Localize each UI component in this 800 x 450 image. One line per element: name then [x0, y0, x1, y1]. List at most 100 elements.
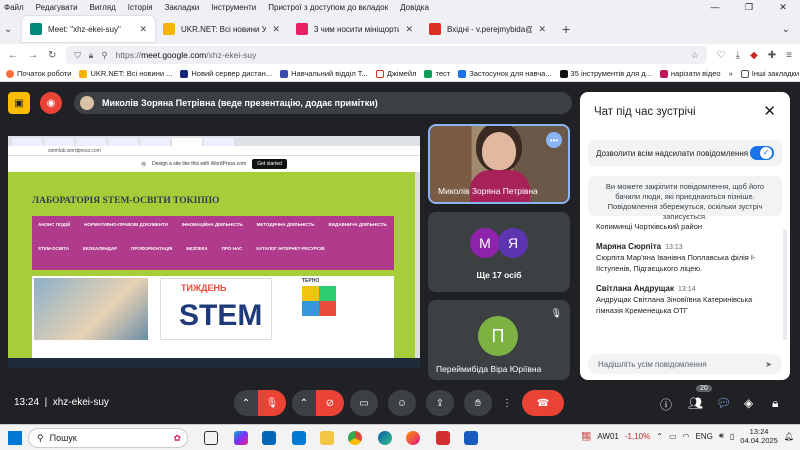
shield-icon[interactable]: ⛉	[74, 50, 80, 61]
menu-edit[interactable]: Редагувати	[36, 3, 78, 12]
edge-icon[interactable]	[378, 431, 392, 445]
chrome-icon[interactable]	[348, 431, 362, 445]
bookmark-item[interactable]: Джімейл	[375, 69, 416, 78]
chat-input[interactable]: Надішліть усім повідомлення ➤	[588, 354, 782, 374]
menu-history[interactable]: Історія	[128, 3, 153, 12]
tab-ukrnet[interactable]: UKR.NET: Всі новини Україні ✕	[155, 16, 288, 42]
shared-screen: stemlab.wordpress.com Ⓦ Design a site li…	[8, 136, 420, 368]
info-icon[interactable]: ⓘ	[660, 396, 672, 413]
meeting-info: 13:24 | xhz-ekei-suy	[14, 397, 109, 408]
url-text[interactable]: https://meet.google.com/xhz-ekei-suy	[116, 50, 257, 60]
menu-tools[interactable]: Інструменти	[211, 3, 256, 12]
extensions-icon[interactable]: ✚	[768, 50, 776, 61]
presentation-icon[interactable]: ▣	[8, 92, 30, 114]
close-tab-icon[interactable]: ✕	[139, 24, 147, 35]
reload-icon[interactable]: ↻	[48, 50, 56, 61]
activities-icon[interactable]: ◈	[744, 396, 753, 410]
close-icon[interactable]: ✕	[763, 102, 776, 120]
tab-miniskirts[interactable]: 3 чим носити мініщорти - обр ✕	[288, 16, 421, 42]
pocket-icon[interactable]: ♡	[717, 50, 726, 61]
participant-tile-p[interactable]: 🎙︎ П Переймибіда Віра Юріївна	[428, 300, 570, 380]
menu-tab-devices[interactable]: Пристрої з доступом до вкладок	[268, 3, 388, 12]
stock-ticker[interactable]: AW01	[597, 432, 619, 441]
back-icon[interactable]: ←	[8, 50, 18, 61]
tray-overflow-icon[interactable]: ⌃	[656, 432, 663, 441]
more-options-button[interactable]: ⋮	[500, 390, 514, 416]
bookmark-item[interactable]: нарізати відео	[659, 69, 721, 78]
bookmark-item[interactable]: Навчальний відділ Т...	[280, 69, 368, 78]
app-menu-icon[interactable]: ≡	[786, 50, 792, 61]
explorer-icon[interactable]	[320, 431, 334, 445]
volume-icon[interactable]: 🔊︎	[719, 431, 724, 441]
menu-bookmarks[interactable]: Закладки	[165, 3, 200, 12]
downloads-icon[interactable]: ⤓	[736, 50, 740, 61]
people-icon[interactable]: 👥︎	[688, 396, 703, 410]
network-icon[interactable]: ▭	[669, 432, 677, 441]
close-tab-icon[interactable]: ✕	[538, 24, 546, 35]
outlook-icon[interactable]	[292, 431, 306, 445]
other-bookmarks[interactable]: Інші закладки	[740, 69, 799, 78]
meet-icon	[30, 23, 42, 35]
raise-hand-button[interactable]: ✋︎	[464, 390, 492, 416]
captions-button[interactable]: ▭	[350, 390, 378, 416]
bookmark-star-icon[interactable]: ☆	[691, 50, 699, 61]
bookmark-item[interactable]: 35 інструментів для д...	[559, 69, 652, 78]
close-tab-icon[interactable]: ✕	[405, 24, 413, 35]
new-tab-icon[interactable]: +	[562, 21, 570, 37]
chat-icon[interactable]: 💬︎	[716, 396, 731, 410]
stock-icon: 📉︎	[581, 431, 592, 441]
url-bar[interactable]: ⛉ 🔒︎ ⚲ https://meet.google.com/xhz-ekei-…	[66, 46, 707, 64]
bookmark-item[interactable]: тест	[424, 69, 450, 78]
bookmark-item[interactable]: Застосунок для навча...	[458, 69, 552, 78]
present-button[interactable]: ⇪	[426, 390, 454, 416]
menu-file[interactable]: Файл	[4, 3, 24, 12]
leave-call-button[interactable]: ☎︎	[522, 390, 564, 416]
bookmark-item[interactable]: UKR.NET: Всі новини ...	[79, 69, 172, 78]
notifications-icon[interactable]: 🔔︎	[784, 432, 794, 441]
acrobat-icon[interactable]	[436, 431, 450, 445]
emoji-button[interactable]: ☺	[388, 390, 416, 416]
participant-tile-presenter[interactable]: ••• Миколів Зоряна Петрівна	[428, 124, 570, 204]
mic-toggle-button[interactable]: 🎙︎	[258, 390, 286, 416]
menu-help[interactable]: Довідка	[400, 3, 429, 12]
chat-scrollbar[interactable]	[783, 230, 787, 340]
participant-tile-more[interactable]: М Я Ще 17 осіб	[428, 212, 570, 292]
check-icon	[424, 69, 433, 78]
tab-list-icon[interactable]: ⌄	[4, 24, 22, 35]
minimize-button[interactable]: —	[698, 0, 732, 14]
tab-inbox[interactable]: Вхідні - v.perejmybida@ippo.e ✕	[421, 16, 554, 42]
camera-permission-icon[interactable]: ⚲	[101, 50, 107, 61]
maximize-button[interactable]: ❐	[732, 0, 766, 14]
lock-icon[interactable]: 🔒︎	[89, 50, 94, 61]
word-icon[interactable]	[464, 431, 478, 445]
recording-icon[interactable]: ◉	[40, 92, 62, 114]
allow-messages-toggle[interactable]	[750, 146, 774, 160]
extension-icon[interactable]: ◆	[750, 50, 758, 61]
copilot-icon[interactable]	[234, 431, 248, 445]
video-options-chevron[interactable]: ⌃	[292, 390, 316, 416]
taskbar-search[interactable]: ⚲ Пошук ✿	[28, 428, 188, 448]
store-icon[interactable]	[262, 431, 276, 445]
forward-icon[interactable]: →	[28, 50, 38, 61]
task-view-icon[interactable]	[204, 431, 218, 445]
firefox-icon[interactable]	[406, 431, 420, 445]
battery-icon[interactable]: ▯	[730, 432, 734, 441]
bookmarks-overflow-icon[interactable]: »	[729, 69, 733, 78]
close-tab-icon[interactable]: ✕	[272, 24, 280, 35]
bookmark-item[interactable]: Початок роботи	[6, 69, 71, 78]
send-icon[interactable]: ➤	[765, 360, 772, 369]
allow-messages-row: Дозволити всім надсилати повідомлення	[588, 140, 782, 166]
language-indicator[interactable]: ENG	[696, 432, 713, 441]
menu-view[interactable]: Вигляд	[90, 3, 116, 12]
camera-toggle-button[interactable]: ⊘	[316, 390, 344, 416]
wifi-icon[interactable]: ◠	[683, 432, 690, 441]
tab-overflow-icon[interactable]: ⌄	[782, 24, 790, 35]
tab-meet[interactable]: Meet: "xhz-ekei-suy" ✕	[22, 16, 155, 42]
windows-start-icon[interactable]	[8, 431, 22, 445]
host-controls-icon[interactable]: 🔒︎	[772, 396, 778, 411]
bookmark-item[interactable]: Новий сервер дистан...	[180, 69, 272, 78]
close-window-button[interactable]: ✕	[766, 0, 800, 14]
audio-options-chevron[interactable]: ⌃	[234, 390, 258, 416]
more-options-icon[interactable]: •••	[546, 132, 562, 148]
clock[interactable]: 13:24 04.04.2025	[740, 427, 778, 445]
